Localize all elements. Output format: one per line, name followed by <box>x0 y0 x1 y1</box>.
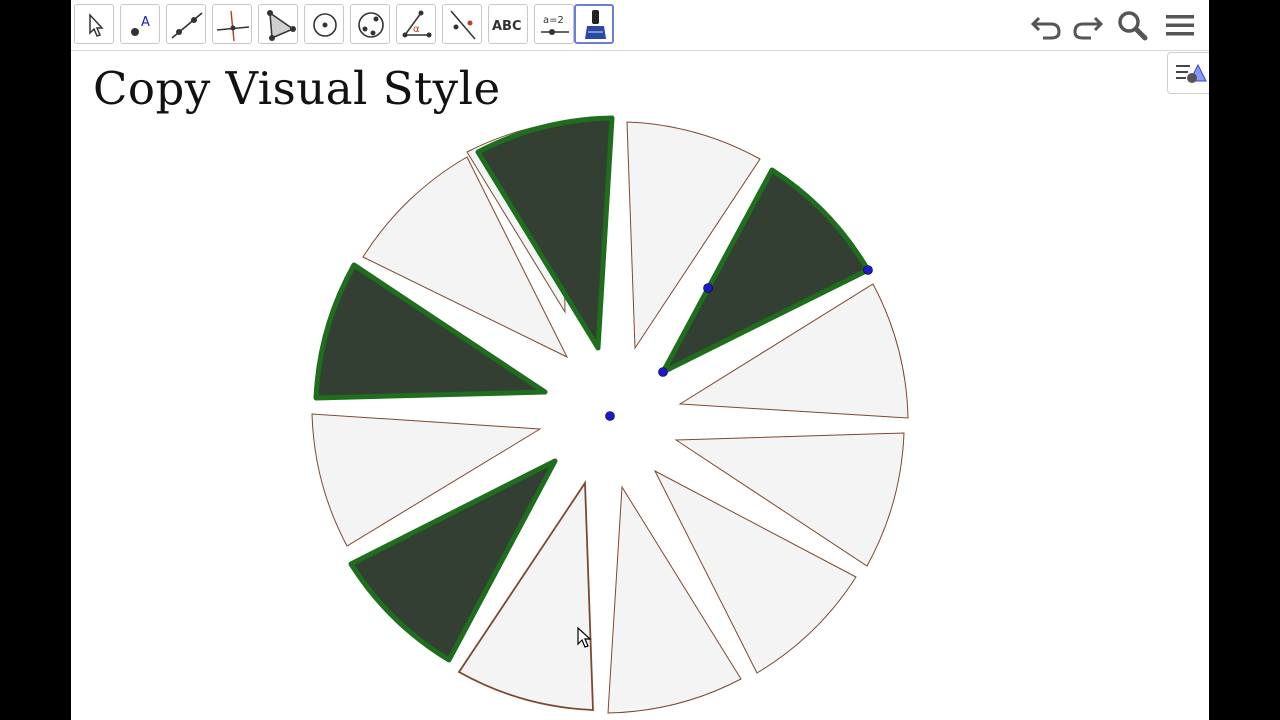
angle-icon: α <box>402 10 432 38</box>
ellipse-icon <box>358 12 384 38</box>
reflect-tool[interactable] <box>442 4 482 44</box>
angle-icon-glyph: α <box>413 24 420 35</box>
perpendicular-line-tool[interactable] <box>212 4 252 44</box>
text-icon: ABC <box>492 19 522 34</box>
point-b[interactable] <box>863 265 873 275</box>
circle-icon <box>313 13 337 37</box>
line-icon <box>171 12 203 39</box>
toolbar: A α ABC a=2 <box>71 0 1209 51</box>
redo-button[interactable] <box>1067 6 1107 44</box>
point-icon: A <box>131 15 150 36</box>
angle-tool[interactable]: α <box>396 4 436 44</box>
graphics-view[interactable] <box>71 51 1209 720</box>
point-center[interactable] <box>605 411 615 421</box>
redo-icon <box>1073 16 1104 40</box>
undo-icon <box>1030 16 1061 40</box>
point-c[interactable] <box>658 367 668 377</box>
copy-visual-style-tool[interactable] <box>574 4 614 44</box>
polygon-icon <box>267 10 296 41</box>
main-menu-button[interactable] <box>1160 6 1200 44</box>
arrow-cursor-icon <box>89 13 104 37</box>
search-button[interactable] <box>1113 6 1153 44</box>
point-a[interactable] <box>703 283 713 293</box>
search-icon <box>1118 11 1148 41</box>
point-tool[interactable]: A <box>120 4 160 44</box>
circle-tool[interactable] <box>304 4 344 44</box>
geogebra-app: A α ABC a=2 Copy Visual Style <box>71 0 1209 720</box>
text-tool[interactable]: ABC <box>488 4 528 44</box>
brush-icon <box>585 10 606 39</box>
line-tool[interactable] <box>166 4 206 44</box>
point-icon-glyph: A <box>141 15 150 30</box>
slider-icon: a=2 <box>541 15 569 35</box>
polygon-tool[interactable] <box>258 4 298 44</box>
move-tool[interactable] <box>74 4 114 44</box>
text-tool-label: ABC <box>492 19 522 34</box>
perpendicular-icon <box>216 10 250 42</box>
reflect-icon <box>450 10 476 40</box>
conic-tool[interactable] <box>350 4 390 44</box>
slider-tool-label: a=2 <box>543 15 564 26</box>
undo-button[interactable] <box>1027 6 1067 44</box>
menu-icon <box>1166 15 1194 36</box>
slider-tool[interactable]: a=2 <box>534 4 574 44</box>
